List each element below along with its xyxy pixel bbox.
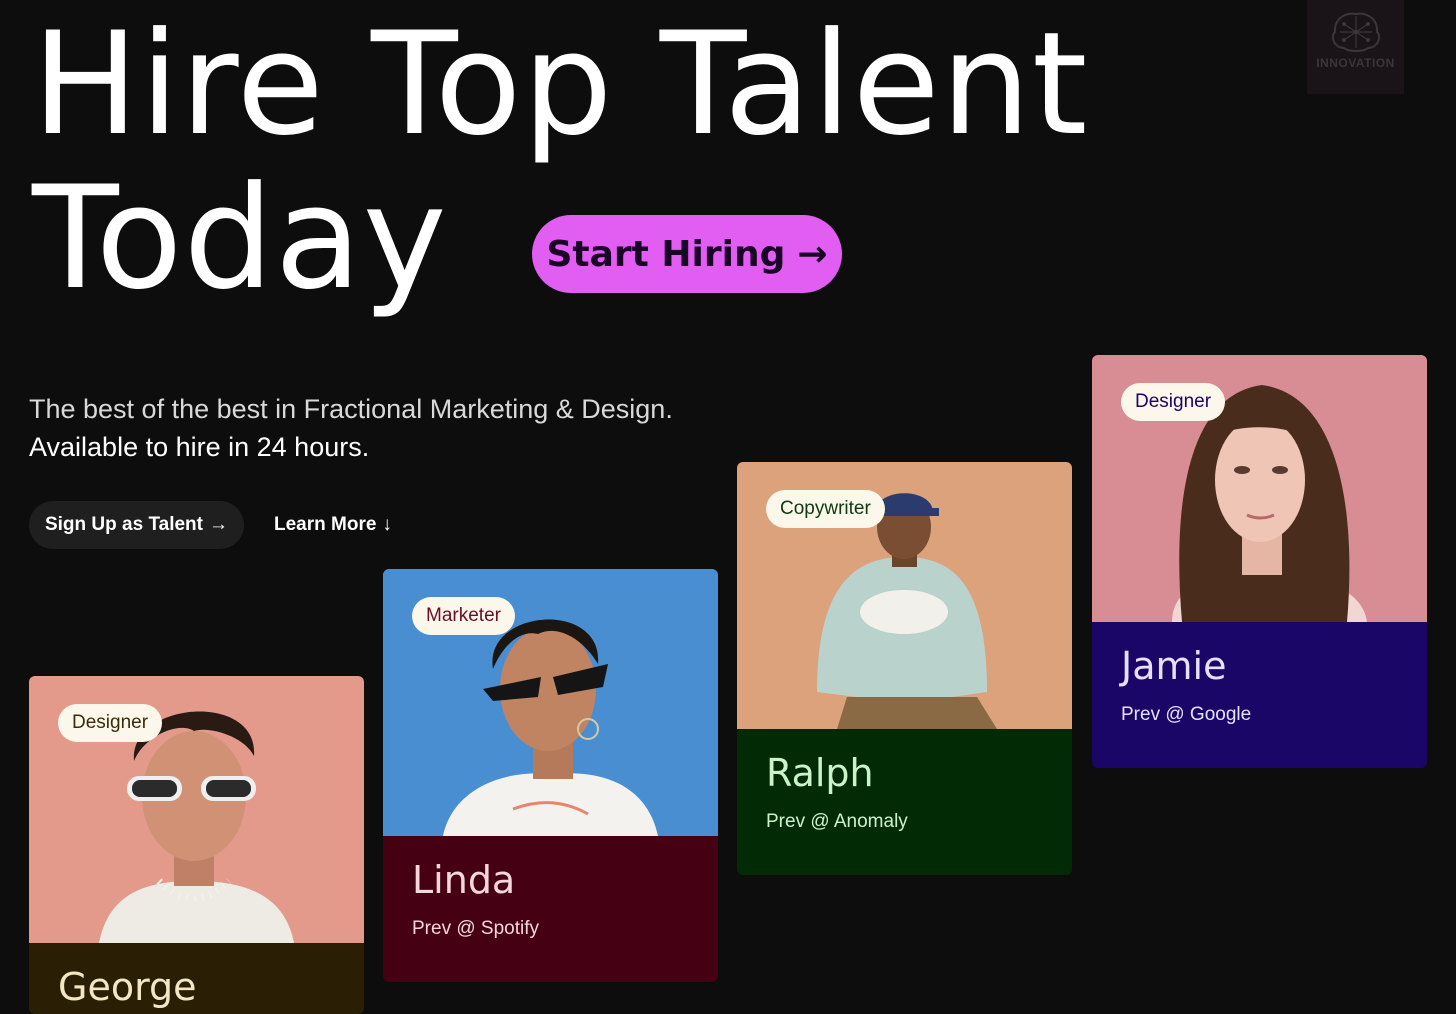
role-badge: Designer xyxy=(58,704,163,742)
role-badge: Copywriter xyxy=(766,490,885,528)
talent-card-jamie[interactable]: Designer Jamie Prev @ Google xyxy=(1092,355,1427,768)
tagline-line-1: The best of the best in Fractional Marke… xyxy=(29,394,673,424)
hero-headline-line-1: Hire Top Talent xyxy=(32,2,1089,167)
sign-up-as-talent-button[interactable]: Sign Up as Talent → xyxy=(29,501,244,549)
arrow-right-icon: → xyxy=(209,514,228,535)
hero-headline-line-2: Today xyxy=(32,156,448,321)
role-badge: Designer xyxy=(1121,383,1226,421)
previous-employer: Prev @ Google xyxy=(1121,704,1252,725)
tagline: The best of the best in Fractional Marke… xyxy=(29,390,673,466)
talent-card-george[interactable]: Designer George xyxy=(29,676,364,1014)
talent-info: Ralph Prev @ Anomaly xyxy=(737,729,1072,875)
talent-photo: Designer xyxy=(1092,355,1427,622)
tagline-line-2: Available to hire in 24 hours. xyxy=(29,432,370,462)
previous-employer: Prev @ Spotify xyxy=(412,918,539,939)
learn-more-link[interactable]: Learn More ↓ xyxy=(274,501,392,549)
talent-photo: Copywriter xyxy=(737,462,1072,729)
arrow-down-icon: ↓ xyxy=(382,514,392,535)
talent-photo: Marketer xyxy=(383,569,718,836)
talent-info: Linda Prev @ Spotify xyxy=(383,836,718,982)
talent-info: George xyxy=(29,943,364,1014)
innovation-logo: INNOVATION xyxy=(1307,0,1404,94)
start-hiring-label: Start Hiring xyxy=(546,233,786,275)
brain-icon xyxy=(1331,12,1380,52)
talent-name: George xyxy=(58,965,197,1009)
learn-more-label: Learn More xyxy=(274,514,377,535)
logo-text: INNOVATION xyxy=(1316,56,1395,70)
talent-photo: Designer xyxy=(29,676,364,943)
talent-name: Linda xyxy=(412,858,516,902)
talent-card-ralph[interactable]: Copywriter Ralph Prev @ Anomaly xyxy=(737,462,1072,875)
talent-card-linda[interactable]: Marketer Linda Prev @ Spotify xyxy=(383,569,718,982)
talent-name: Ralph xyxy=(766,751,874,795)
role-badge: Marketer xyxy=(412,597,515,635)
talent-name: Jamie xyxy=(1121,644,1227,688)
sign-up-label: Sign Up as Talent xyxy=(44,514,203,535)
arrow-right-icon: → xyxy=(797,233,828,275)
start-hiring-button[interactable]: Start Hiring → xyxy=(532,215,842,293)
previous-employer: Prev @ Anomaly xyxy=(766,811,908,832)
talent-info: Jamie Prev @ Google xyxy=(1092,622,1427,768)
